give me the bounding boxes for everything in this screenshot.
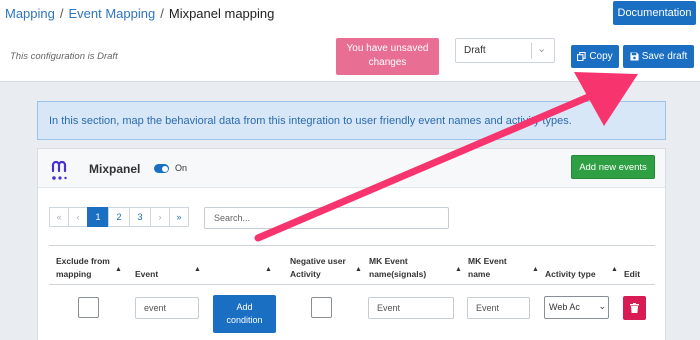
event-input[interactable]: event bbox=[135, 297, 199, 319]
page-prev-button[interactable]: ‹ bbox=[68, 207, 88, 227]
header-mk-name-line-2: name bbox=[468, 269, 491, 279]
search-input[interactable]: Search... bbox=[204, 207, 449, 229]
page-next-button[interactable]: › bbox=[150, 207, 170, 227]
header-exclude-line-2: mapping bbox=[56, 269, 92, 279]
copy-button[interactable]: Copy bbox=[571, 45, 619, 68]
unsaved-line-1: You have unsaved bbox=[346, 43, 429, 54]
page-1-button[interactable]: 1 bbox=[87, 207, 109, 227]
breadcrumb-current: Mixpanel mapping bbox=[168, 6, 275, 21]
status-select-value: Draft bbox=[464, 45, 486, 56]
card-title: Mixpanel bbox=[89, 162, 141, 176]
sort-icon[interactable]: ▲ bbox=[355, 266, 362, 273]
toggle-knob bbox=[162, 165, 168, 172]
unsaved-line-2: changes bbox=[368, 57, 407, 68]
toggle-label: On bbox=[175, 163, 188, 173]
activity-type-select[interactable]: Web Ac ⌄ bbox=[544, 296, 609, 319]
table-header-top-border bbox=[49, 245, 655, 246]
sort-icon[interactable]: ▲ bbox=[455, 266, 462, 273]
table-header-bottom-border bbox=[49, 284, 655, 285]
mk-event-name-input[interactable]: Event bbox=[467, 297, 530, 319]
header-mk-name-line-1: MK Event bbox=[468, 256, 507, 266]
sort-icon[interactable]: ▲ bbox=[532, 266, 539, 273]
header-negative-user-activity[interactable]: Negative user Activity bbox=[290, 255, 346, 281]
breadcrumb: Mapping / Event Mapping / Mixpanel mappi… bbox=[5, 6, 274, 21]
header-mk-event-name[interactable]: MK Event name bbox=[468, 255, 507, 281]
status-select[interactable]: Draft ⌄ bbox=[455, 38, 555, 63]
sort-icon[interactable]: ▲ bbox=[611, 266, 618, 273]
page-3-button[interactable]: 3 bbox=[129, 207, 151, 227]
save-draft-button[interactable]: Save draft bbox=[623, 45, 694, 68]
documentation-button[interactable]: Documentation bbox=[613, 1, 696, 25]
header-edit: Edit bbox=[624, 269, 641, 279]
mixpanel-logo-icon bbox=[51, 160, 67, 180]
save-icon bbox=[630, 52, 639, 61]
negative-activity-checkbox[interactable] bbox=[311, 297, 332, 318]
breadcrumb-link-event-mapping[interactable]: Event Mapping bbox=[69, 6, 156, 21]
top-bar: Mapping / Event Mapping / Mixpanel mappi… bbox=[0, 0, 700, 82]
header-negative-line-2: Activity bbox=[290, 269, 321, 279]
header-mk-signals-line-2: name(signals) bbox=[369, 269, 427, 279]
breadcrumb-link-mapping[interactable]: Mapping bbox=[5, 6, 55, 21]
header-negative-line-1: Negative user bbox=[290, 256, 346, 266]
exclude-checkbox[interactable] bbox=[78, 297, 99, 318]
draft-note: This configuration is Draft bbox=[10, 51, 118, 62]
header-mk-signals-line-1: MK Event bbox=[369, 256, 408, 266]
breadcrumb-separator: / bbox=[160, 6, 164, 21]
header-exclude-line-1: Exclude from bbox=[56, 256, 110, 266]
sort-icon[interactable]: ▲ bbox=[115, 266, 122, 273]
enable-toggle[interactable] bbox=[154, 164, 169, 173]
activity-type-value: Web Ac bbox=[549, 302, 580, 312]
mk-event-signals-input[interactable]: Event bbox=[368, 297, 454, 319]
trash-icon bbox=[630, 303, 639, 313]
header-activity-type[interactable]: Activity type bbox=[545, 268, 596, 281]
breadcrumb-separator: / bbox=[59, 6, 64, 21]
header-event[interactable]: Event bbox=[135, 268, 158, 281]
header-mk-event-name-signals[interactable]: MK Event name(signals) bbox=[369, 255, 426, 281]
add-new-events-button[interactable]: Add new events bbox=[571, 155, 655, 179]
chevron-down-icon: ⌄ bbox=[596, 301, 606, 312]
add-condition-button[interactable]: Add condition bbox=[213, 295, 276, 333]
delete-button[interactable] bbox=[623, 296, 646, 320]
unsaved-changes-badge: You have unsaved changes bbox=[336, 38, 439, 75]
copy-icon bbox=[577, 52, 586, 61]
sort-icon[interactable]: ▲ bbox=[265, 266, 272, 273]
select-divider bbox=[531, 43, 532, 59]
pagination: « ‹ 1 2 3 › » bbox=[49, 207, 189, 227]
chevron-down-icon: ⌄ bbox=[537, 43, 547, 55]
header-exclude-from-mapping[interactable]: Exclude from mapping bbox=[56, 255, 110, 281]
sort-icon[interactable]: ▲ bbox=[194, 266, 201, 273]
page-first-button[interactable]: « bbox=[49, 207, 69, 227]
add-condition-line-1: Add bbox=[236, 302, 253, 312]
save-draft-label: Save draft bbox=[641, 51, 688, 62]
info-banner: In this section, map the behavioral data… bbox=[37, 101, 666, 140]
page-2-button[interactable]: 2 bbox=[108, 207, 130, 227]
card-header: Mixpanel On Add new events bbox=[38, 149, 665, 188]
page-last-button[interactable]: » bbox=[169, 207, 189, 227]
add-condition-line-2: condition bbox=[226, 315, 263, 325]
mixpanel-card: Mixpanel On Add new events « ‹ 1 2 3 › »… bbox=[37, 148, 666, 340]
copy-label: Copy bbox=[589, 51, 613, 62]
